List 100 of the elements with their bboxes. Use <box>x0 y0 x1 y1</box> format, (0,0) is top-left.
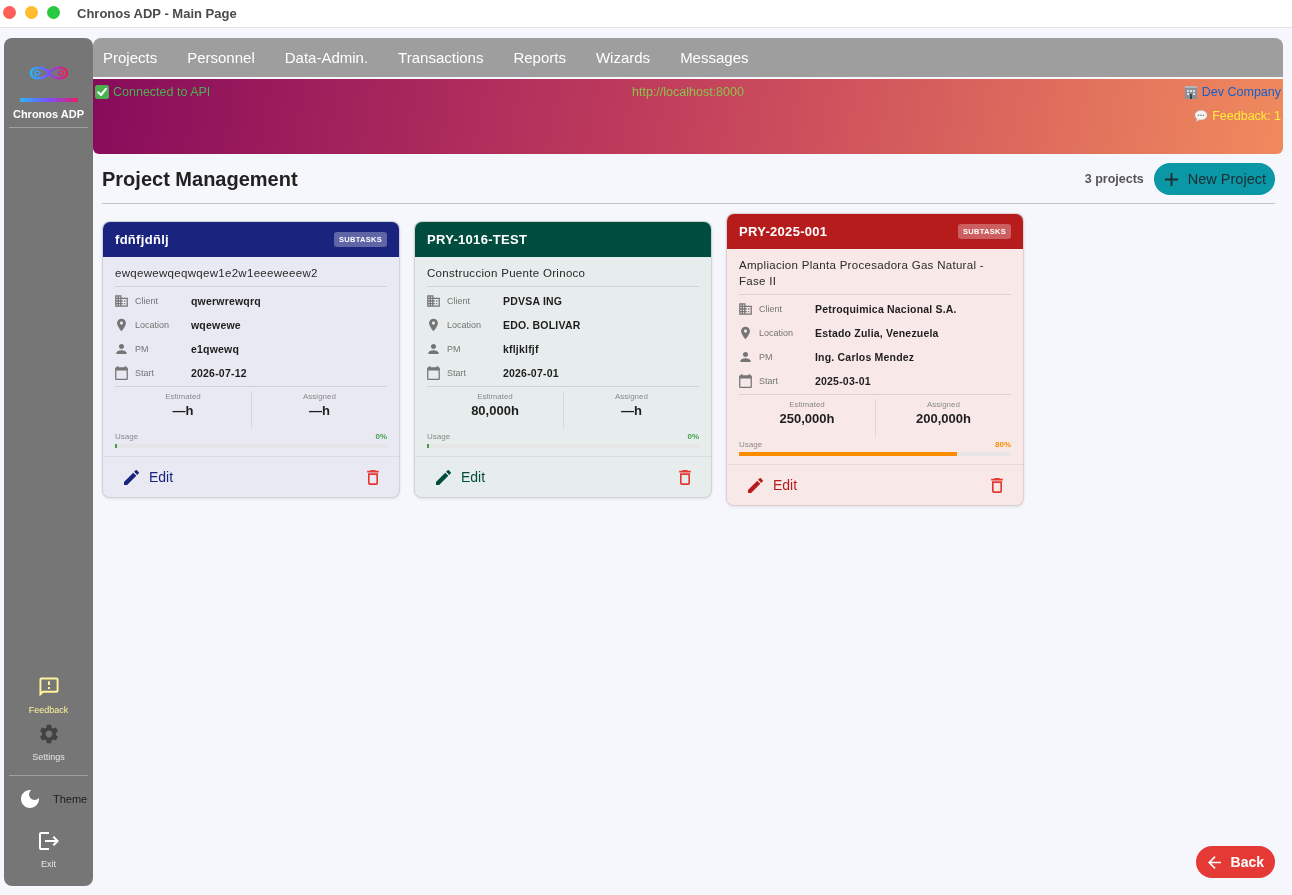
detail-label: PM <box>447 344 462 354</box>
menu-item[interactable]: Wizards <box>595 49 651 66</box>
detail-label: Location <box>447 320 483 330</box>
settings-icon <box>38 724 59 744</box>
detail-label: Location <box>135 320 171 330</box>
new-project-button[interactable]: New Project <box>1153 163 1275 195</box>
project-code: fdñfjdñlj <box>115 232 169 247</box>
usage-label: Usage <box>427 432 451 442</box>
detail-value: wqewewe <box>191 319 241 331</box>
stat-value: 200,000h <box>916 410 971 427</box>
check-icon <box>95 85 109 99</box>
stat-value: —h <box>309 402 330 419</box>
usage-percent: 80% <box>995 440 1011 450</box>
detail-value: 2025-03-01 <box>815 375 871 387</box>
menu-item[interactable]: Personnel <box>187 49 255 66</box>
arrow-left-icon <box>1207 855 1221 869</box>
usage-label: Usage <box>115 432 139 442</box>
calendar-icon <box>427 366 440 380</box>
detail-label: PM <box>135 344 150 354</box>
detail-value: kfljklfjf <box>503 343 539 355</box>
feedback-icon <box>38 677 59 697</box>
pencil-icon <box>748 477 763 493</box>
sidebar-item[interactable]: Exit <box>38 831 59 870</box>
detail-label: Start <box>135 368 155 378</box>
trash-icon <box>367 469 379 485</box>
project-description: ewqewewqeqwqew1e2w1eeeweeew2 <box>115 266 319 281</box>
usage-percent: 0% <box>687 432 699 442</box>
building-icon <box>115 294 128 308</box>
detail-value: PDVSA ING <box>503 295 563 307</box>
building-icon <box>1183 85 1198 99</box>
person-icon <box>427 342 440 356</box>
project-description: Ampliacion Planta Procesadora Gas Natural - Fase II <box>739 258 985 289</box>
usage-percent: 0% <box>375 432 387 442</box>
detail-value: EDO. BOLIVAR <box>503 319 581 331</box>
back-button[interactable]: Back <box>1195 846 1275 878</box>
location-pin-icon <box>115 318 128 332</box>
detail-value: Ing. Carlos Mendez <box>815 351 915 363</box>
calendar-icon <box>739 374 752 388</box>
edit-button[interactable]: Edit <box>115 465 183 489</box>
detail-label: Client <box>759 304 783 314</box>
detail-value: Petroquimica Nacional S.A. <box>815 303 957 315</box>
menu-item[interactable]: Transactions <box>398 49 484 66</box>
stat-value: —h <box>172 402 194 419</box>
calendar-icon <box>115 366 128 380</box>
detail-value: qwerwrewqrq <box>191 295 261 307</box>
plus-icon <box>1164 172 1178 186</box>
sidebar-item[interactable]: Theme <box>20 789 88 809</box>
pencil-icon <box>124 469 139 485</box>
stat-label: Estimated <box>477 392 513 402</box>
usage-label: Usage <box>739 440 763 450</box>
detail-label: Client <box>135 296 159 306</box>
detail-label: PM <box>759 352 774 362</box>
detail-value: 2026-07-12 <box>191 367 247 379</box>
sidebar-item[interactable]: Settings <box>32 724 65 763</box>
stat-label: Estimated <box>789 400 825 410</box>
detail-label: Location <box>759 328 795 338</box>
person-icon <box>739 350 752 364</box>
stat-label: Assigned <box>303 392 336 402</box>
app-name: Chronos ADP <box>12 108 85 121</box>
project-description: Construccion Puente Orinoco <box>427 266 587 281</box>
page-title: Project Management <box>102 167 299 191</box>
pencil-icon <box>436 469 451 485</box>
window-close-button[interactable] <box>3 6 16 19</box>
trash-icon <box>991 477 1003 493</box>
project-code: PRY-1016-TEST <box>427 232 528 247</box>
window-zoom-button[interactable] <box>47 6 60 19</box>
stat-label: Estimated <box>165 392 201 402</box>
menu-item[interactable]: Reports <box>513 49 566 66</box>
exit-icon <box>38 831 59 851</box>
sidebar-item[interactable]: Feedback <box>28 677 69 716</box>
detail-value: Estado Zulia, Venezuela <box>815 327 939 339</box>
stat-label: Assigned <box>615 392 648 402</box>
stat-value: 250,000h <box>779 410 835 427</box>
feedback-count[interactable]: Feedback: 1 <box>1212 109 1281 123</box>
company-link[interactable]: Dev Company <box>1201 85 1281 99</box>
location-pin-icon <box>739 326 752 340</box>
trash-icon <box>679 469 691 485</box>
detail-label: Start <box>447 368 467 378</box>
building-icon <box>427 294 440 308</box>
menu-item[interactable]: Projects <box>103 49 158 66</box>
api-url: http://localhost:8000 <box>632 85 744 99</box>
speech-bubble-icon <box>1194 109 1209 123</box>
window-title: Chronos ADP - Main Page <box>77 6 237 21</box>
edit-button[interactable]: Edit <box>427 465 495 489</box>
project-code: PRY-2025-001 <box>739 224 828 239</box>
detail-value: 2026-07-01 <box>503 367 559 379</box>
location-pin-icon <box>427 318 440 332</box>
person-icon <box>115 342 128 356</box>
building-icon <box>739 302 752 316</box>
stat-label: Assigned <box>927 400 960 410</box>
stat-value: —h <box>621 402 642 419</box>
edit-button[interactable]: Edit <box>739 473 807 497</box>
stat-value: 80,000h <box>471 402 519 419</box>
detail-label: Start <box>759 376 779 386</box>
menu-item[interactable]: Messages <box>680 49 749 66</box>
menu-item[interactable]: Data-Admin. <box>284 49 369 66</box>
detail-label: Client <box>447 296 471 306</box>
project-count: 3 projects <box>1084 172 1144 186</box>
connection-status: Connected to API <box>113 85 211 99</box>
moon-icon <box>20 789 40 809</box>
